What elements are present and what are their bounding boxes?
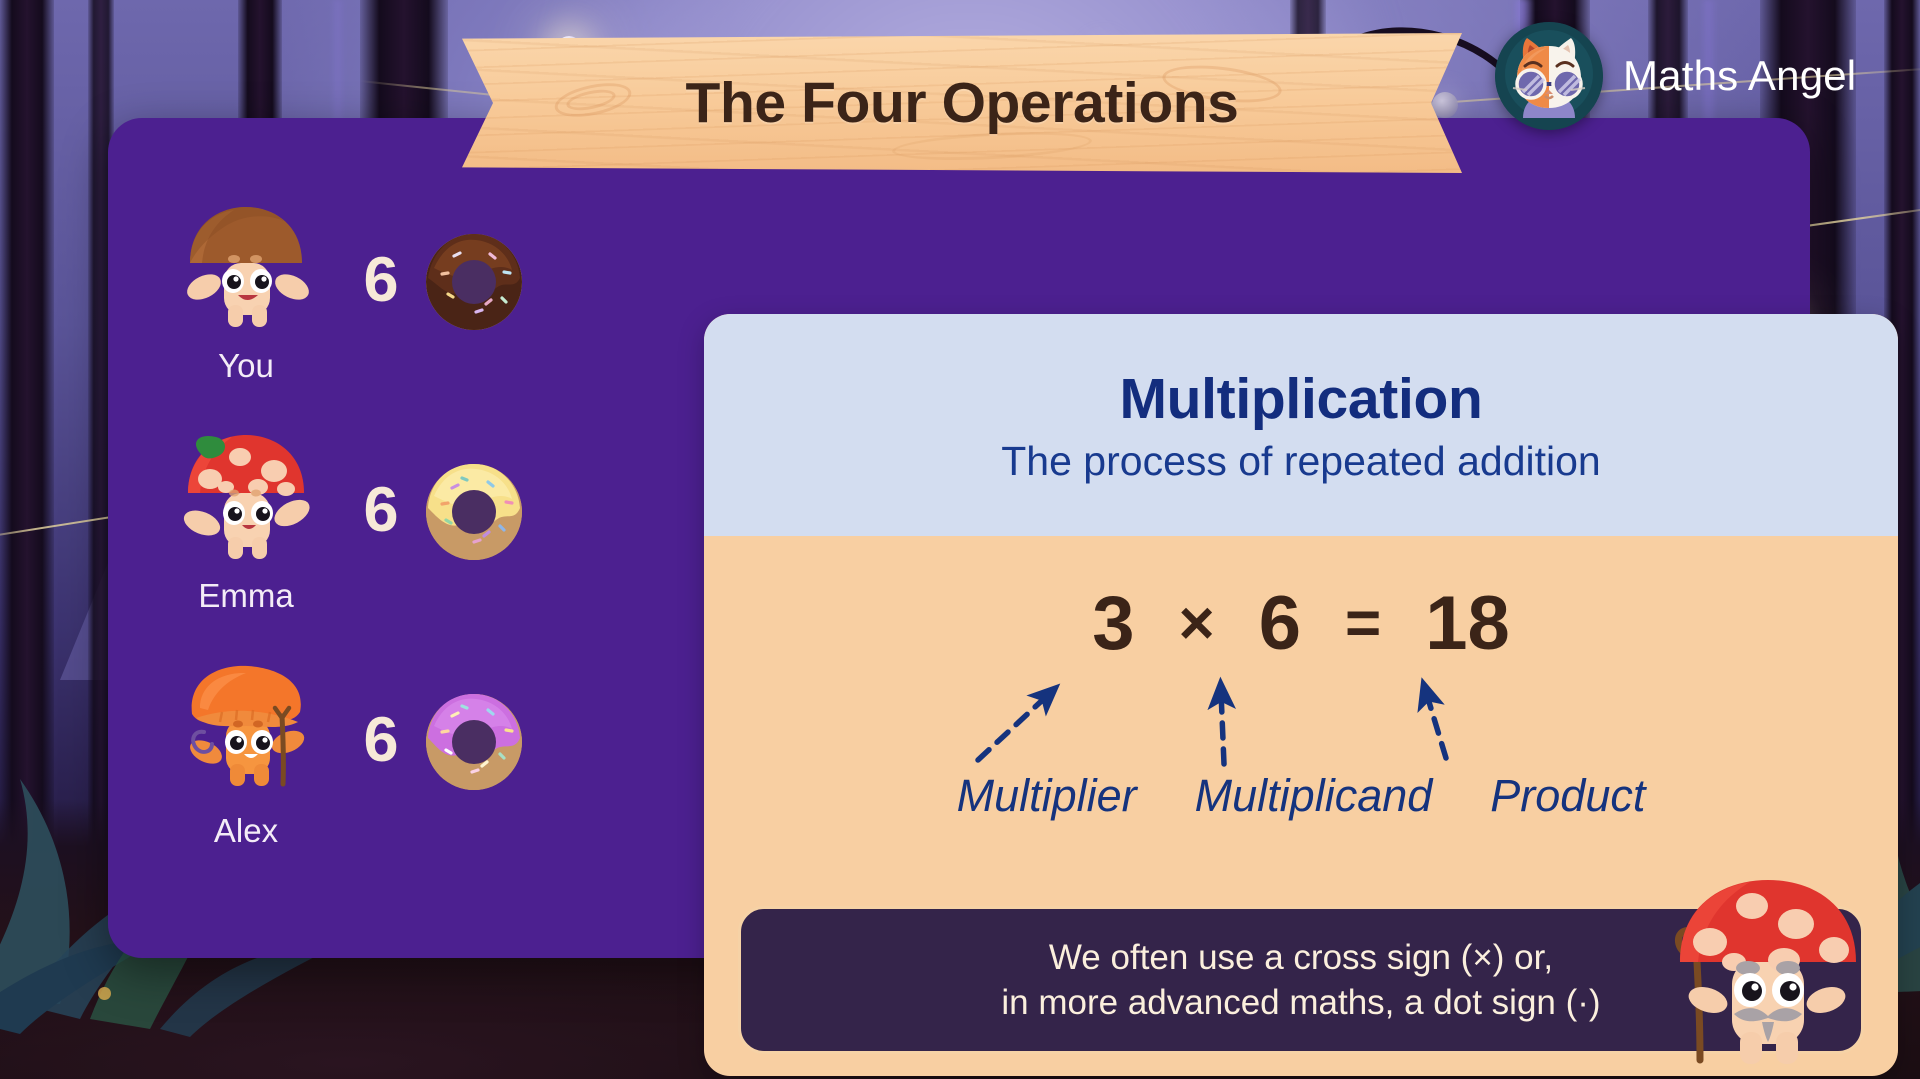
participant-row: You 6 (148, 178, 628, 408)
slide-title: The Four Operations (685, 71, 1239, 135)
title-banner: The Four Operations (462, 33, 1462, 175)
equation-multiplier: 3 (1092, 581, 1135, 666)
participant-name: Alex (213, 812, 279, 849)
participant-name: Emma (198, 577, 294, 614)
label-multiplicand: Multiplicand (1194, 770, 1433, 821)
concept-title: Multiplication (1119, 366, 1483, 431)
note-line-2: in more advanced maths, a dot sign (·) (1001, 983, 1601, 1022)
equation-product: 18 (1425, 581, 1510, 666)
character-you: You (148, 201, 344, 385)
participant-name: You (218, 347, 274, 384)
mushroom-character-red-icon (183, 435, 310, 559)
label-product: Product (1490, 770, 1646, 821)
lesson-card: You 6 Emma 6 Alex 6 Multiplication The p… (108, 118, 1898, 1076)
participant-count: 6 (363, 705, 399, 775)
definition-header: Multiplication The process of repeated a… (704, 314, 1898, 536)
participant-row: Alex 6 (148, 638, 628, 868)
cat-mascot-sunglasses-logo-icon (1495, 22, 1603, 130)
equation-area: 3 × 6 = 18 Multiplier Multiplicand Produ… (704, 536, 1898, 916)
donut-chocolate-icon (418, 224, 530, 336)
slide-stage: You 6 Emma 6 Alex 6 Multiplication The p… (0, 0, 1920, 1079)
equation-times-sign: × (1178, 589, 1215, 658)
character-alex: Alex (148, 656, 344, 850)
brand-lockup: Maths Angel (1495, 22, 1856, 130)
participants-list: You 6 Emma 6 Alex 6 (148, 178, 628, 868)
donut-yellow-sprinkles-icon (418, 454, 530, 566)
note-line-1: We often use a cross sign (×) or, (1048, 937, 1554, 977)
equation-equals-sign: = (1345, 589, 1382, 658)
participant-row: Emma 6 (148, 408, 628, 638)
part-labels: Multiplier Multiplicand Product (704, 770, 1898, 822)
participant-count: 6 (363, 475, 399, 545)
brand-name: Maths Angel (1623, 52, 1857, 99)
equation-multiplicand: 6 (1258, 581, 1301, 666)
participant-count: 6 (363, 245, 399, 315)
concept-card: Multiplication The process of repeated a… (704, 314, 1898, 1076)
character-emma: Emma (148, 431, 344, 615)
elder-mushroom-with-cane-icon (1668, 874, 1868, 1070)
concept-subtitle: The process of repeated addition (1001, 437, 1601, 484)
mushroom-character-brown-icon (187, 207, 309, 327)
donut-purple-sprinkles-icon (418, 684, 530, 796)
label-multiplier: Multiplier (956, 770, 1137, 821)
mushroom-character-orange-staff-icon (190, 665, 305, 787)
equation: 3 × 6 = 18 (704, 580, 1898, 667)
